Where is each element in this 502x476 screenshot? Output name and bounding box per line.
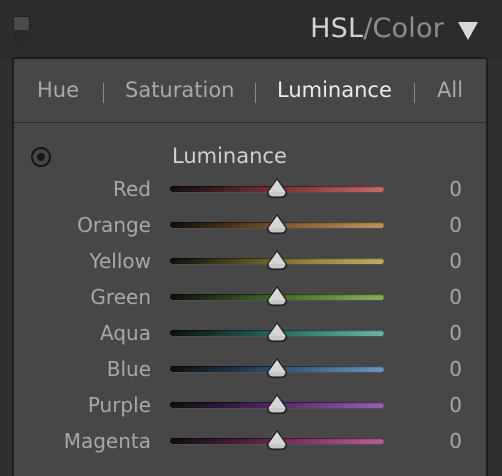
- slider-orange[interactable]: [170, 212, 384, 238]
- slider-value-orange[interactable]: 0: [449, 211, 462, 239]
- slider-row-orange: Orange 0: [14, 207, 486, 243]
- slider-red[interactable]: [170, 176, 384, 202]
- slider-purple[interactable]: [170, 392, 384, 418]
- slider-value-purple[interactable]: 0: [449, 391, 462, 419]
- tab-divider: [103, 83, 104, 103]
- slider-value-yellow[interactable]: 0: [449, 247, 462, 275]
- slider-aqua[interactable]: [170, 320, 384, 346]
- slider-label-orange: Orange: [77, 213, 151, 237]
- slider-magenta[interactable]: [170, 428, 384, 454]
- slider-thumb-blue[interactable]: [265, 357, 289, 379]
- slider-thumb-green[interactable]: [265, 285, 289, 307]
- tab-hue[interactable]: Hue: [37, 76, 79, 104]
- panel-title[interactable]: HSL/Color: [310, 12, 444, 46]
- slider-value-green[interactable]: 0: [449, 283, 462, 311]
- title-separator: /: [363, 13, 373, 44]
- slider-row-magenta: Magenta 0: [14, 423, 486, 459]
- tab-divider: [414, 83, 415, 103]
- slider-label-green: Green: [90, 285, 151, 309]
- target-adjustment-icon[interactable]: [31, 147, 51, 167]
- slider-blue[interactable]: [170, 356, 384, 382]
- slider-value-magenta[interactable]: 0: [449, 427, 462, 455]
- slider-row-purple: Purple 0: [14, 387, 486, 423]
- slider-row-aqua: Aqua 0: [14, 315, 486, 351]
- slider-label-red: Red: [113, 177, 151, 201]
- tab-saturation[interactable]: Saturation: [125, 76, 234, 104]
- slider-row-red: Red 0: [14, 171, 486, 207]
- slider-label-yellow: Yellow: [89, 249, 151, 273]
- slider-row-blue: Blue 0: [14, 351, 486, 387]
- slider-value-aqua[interactable]: 0: [449, 319, 462, 347]
- disclosure-triangle-icon[interactable]: [458, 22, 478, 40]
- slider-thumb-aqua[interactable]: [265, 321, 289, 343]
- tab-bar: Hue Saturation Luminance All: [14, 59, 486, 123]
- section-title: Luminance: [172, 144, 287, 168]
- slider-thumb-red[interactable]: [265, 177, 289, 199]
- slider-value-blue[interactable]: 0: [449, 355, 462, 383]
- tab-luminance[interactable]: Luminance: [277, 76, 392, 104]
- tab-divider: [255, 83, 256, 103]
- slider-row-yellow: Yellow 0: [14, 243, 486, 279]
- tabs-divider: [14, 122, 486, 123]
- slider-yellow[interactable]: [170, 248, 384, 274]
- panel-header: HSL/Color: [0, 0, 502, 58]
- slider-thumb-purple[interactable]: [265, 393, 289, 415]
- slider-label-magenta: Magenta: [63, 429, 151, 453]
- hsl-panel: Hue Saturation Luminance All Luminance R…: [12, 57, 488, 476]
- slider-thumb-orange[interactable]: [265, 213, 289, 235]
- slider-label-purple: Purple: [87, 393, 151, 417]
- slider-list: Red 0 Orange 0 Yellow 0 Green 0 Aqua 0 Blue 0 Purple…: [14, 171, 486, 459]
- slider-green[interactable]: [170, 284, 384, 310]
- slider-label-blue: Blue: [106, 357, 151, 381]
- slider-thumb-yellow[interactable]: [265, 249, 289, 271]
- slider-row-green: Green 0: [14, 279, 486, 315]
- title-color[interactable]: Color: [373, 13, 445, 44]
- title-hsl[interactable]: HSL: [310, 13, 363, 44]
- panel-toggle-icon[interactable]: [13, 16, 30, 42]
- slider-value-red[interactable]: 0: [449, 175, 462, 203]
- slider-thumb-magenta[interactable]: [265, 429, 289, 451]
- slider-label-aqua: Aqua: [100, 321, 151, 345]
- tab-all[interactable]: All: [437, 76, 463, 104]
